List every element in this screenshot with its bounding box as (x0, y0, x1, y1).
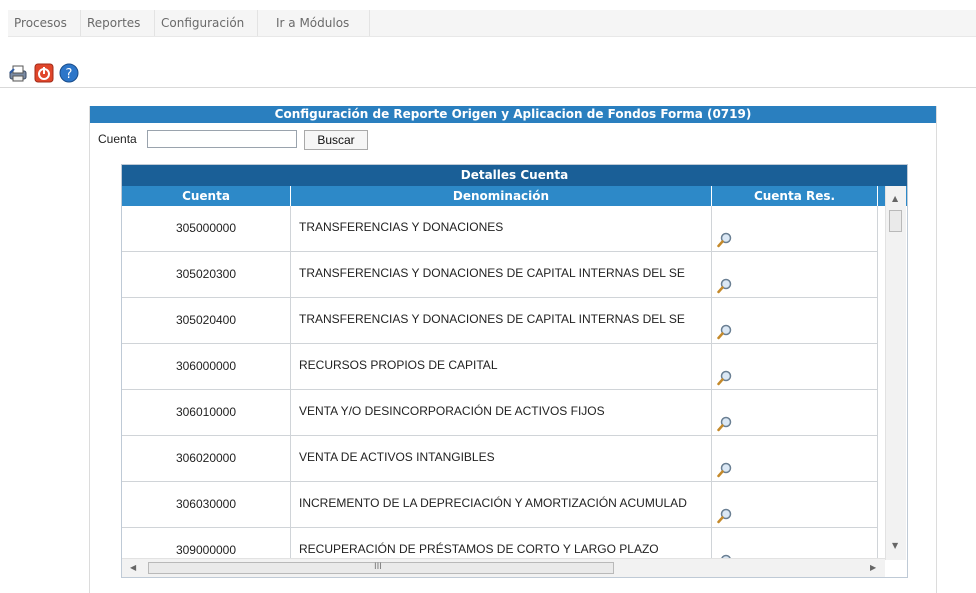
table-row[interactable]: 306020000 VENTA DE ACTIVOS INTANGIBLES (122, 436, 878, 482)
cell-cuenta-res (712, 482, 878, 527)
table-row[interactable]: 309000000 RECUPERACIÓN DE PRÉSTAMOS DE C… (122, 528, 878, 560)
cell-denominacion: RECURSOS PROPIOS DE CAPITAL (291, 344, 712, 389)
cuenta-value: 305020400 (175, 313, 237, 327)
scroll-down-arrow-icon[interactable]: ▼ (892, 541, 898, 551)
denominacion-value: VENTA DE ACTIVOS INTANGIBLES (299, 450, 495, 464)
cell-cuenta: 305020300 (122, 252, 291, 297)
power-off-icon[interactable] (34, 63, 54, 83)
svg-text:?: ? (66, 67, 73, 82)
scroll-grip: III (374, 562, 382, 572)
vertical-scrollbar[interactable]: ▲ ▼ (885, 186, 906, 560)
scroll-up-arrow-icon[interactable]: ▲ (892, 194, 898, 204)
cell-cuenta-res (712, 344, 878, 389)
denominacion-value: TRANSFERENCIAS Y DONACIONES (299, 220, 504, 234)
denominacion-value: RECURSOS PROPIOS DE CAPITAL (299, 358, 498, 372)
cell-cuenta-res (712, 436, 878, 481)
cuenta-search-input[interactable] (147, 130, 297, 148)
help-icon[interactable]: ? (59, 63, 79, 83)
grid-caption: Detalles Cuenta (122, 165, 907, 186)
cell-cuenta: 306030000 (122, 482, 291, 527)
magnifier-icon[interactable] (717, 278, 733, 294)
cell-cuenta: 309000000 (122, 528, 291, 560)
table-row[interactable]: 305000000 TRANSFERENCIAS Y DONACIONES (122, 206, 878, 252)
menu-ir-a-modulos[interactable]: Ir a Módulos (258, 10, 370, 36)
magnifier-icon[interactable] (717, 508, 733, 524)
table-row[interactable]: 306000000 RECURSOS PROPIOS DE CAPITAL (122, 344, 878, 390)
horizontal-scrollbar[interactable]: ◀ III ▶ (122, 558, 885, 577)
cell-denominacion: TRANSFERENCIAS Y DONACIONES DE CAPITAL I… (291, 252, 712, 297)
horizontal-scroll-thumb[interactable]: III (148, 562, 614, 574)
toolbar: ? (8, 63, 88, 85)
cell-denominacion: RECUPERACIÓN DE PRÉSTAMOS DE CORTO Y LAR… (291, 528, 712, 560)
cuenta-value: 306010000 (175, 405, 237, 419)
denominacion-value: TRANSFERENCIAS Y DONACIONES DE CAPITAL I… (299, 312, 685, 326)
search-label: Cuenta (98, 132, 137, 146)
column-header-cuenta[interactable]: Cuenta (122, 186, 291, 206)
cuenta-value: 309000000 (175, 543, 237, 557)
divider (0, 87, 976, 88)
denominacion-value: TRANSFERENCIAS Y DONACIONES DE CAPITAL I… (299, 266, 685, 280)
cuenta-value: 306030000 (175, 497, 237, 511)
column-header-denominacion[interactable]: Denominación (291, 186, 712, 206)
denominacion-value: RECUPERACIÓN DE PRÉSTAMOS DE CORTO Y LAR… (299, 542, 659, 556)
cell-denominacion: VENTA Y/O DESINCORPORACIÓN DE ACTIVOS FI… (291, 390, 712, 435)
cell-denominacion: INCREMENTO DE LA DEPRECIACIÓN Y AMORTIZA… (291, 482, 712, 527)
cuenta-value: 306020000 (175, 451, 237, 465)
menu-configuracion[interactable]: Configuración (155, 10, 258, 36)
cell-cuenta: 305000000 (122, 206, 291, 251)
scroll-left-arrow-icon[interactable]: ◀ (130, 563, 136, 573)
detalles-cuenta-grid: Detalles Cuenta Cuenta Denominación Cuen… (121, 164, 908, 578)
menu-bar: Procesos Reportes Configuración Ir a Mód… (8, 10, 976, 37)
cell-cuenta: 306010000 (122, 390, 291, 435)
table-row[interactable]: 306010000 VENTA Y/O DESINCORPORACIÓN DE … (122, 390, 878, 436)
cell-cuenta-res (712, 206, 878, 251)
cell-cuenta: 306020000 (122, 436, 291, 481)
cell-denominacion: TRANSFERENCIAS Y DONACIONES DE CAPITAL I… (291, 298, 712, 343)
cell-cuenta-res (712, 528, 878, 560)
magnifier-icon[interactable] (717, 416, 733, 432)
cell-denominacion: VENTA DE ACTIVOS INTANGIBLES (291, 436, 712, 481)
cell-cuenta: 306000000 (122, 344, 291, 389)
table-row[interactable]: 305020400 TRANSFERENCIAS Y DONACIONES DE… (122, 298, 878, 344)
buscar-button[interactable]: Buscar (304, 130, 368, 150)
cell-denominacion: TRANSFERENCIAS Y DONACIONES (291, 206, 712, 251)
cuenta-value: 305000000 (175, 221, 237, 235)
page-title: Configuración de Reporte Origen y Aplica… (90, 106, 936, 123)
magnifier-icon[interactable] (717, 370, 733, 386)
cell-cuenta-res (712, 390, 878, 435)
printer-icon[interactable] (8, 63, 28, 83)
cuenta-value: 305020300 (175, 267, 237, 281)
grid-body: 305000000 TRANSFERENCIAS Y DONACIONES 30… (122, 206, 878, 560)
menu-procesos[interactable]: Procesos (8, 10, 81, 36)
denominacion-value: VENTA Y/O DESINCORPORACIÓN DE ACTIVOS FI… (299, 404, 605, 418)
table-row[interactable]: 306030000 INCREMENTO DE LA DEPRECIACIÓN … (122, 482, 878, 528)
cuenta-value: 306000000 (175, 359, 237, 373)
magnifier-icon[interactable] (717, 232, 733, 248)
magnifier-icon[interactable] (717, 462, 733, 478)
scroll-right-arrow-icon[interactable]: ▶ (870, 563, 876, 573)
vertical-scroll-thumb[interactable] (889, 210, 902, 232)
table-row[interactable]: 305020300 TRANSFERENCIAS Y DONACIONES DE… (122, 252, 878, 298)
grid-header: Cuenta Denominación Cuenta Res. (122, 186, 907, 206)
cell-cuenta-res (712, 298, 878, 343)
cell-cuenta-res (712, 252, 878, 297)
menu-reportes[interactable]: Reportes (81, 10, 155, 36)
magnifier-icon[interactable] (717, 324, 733, 340)
denominacion-value: INCREMENTO DE LA DEPRECIACIÓN Y AMORTIZA… (299, 496, 687, 510)
column-header-cuenta-res[interactable]: Cuenta Res. (712, 186, 878, 206)
cell-cuenta: 305020400 (122, 298, 291, 343)
